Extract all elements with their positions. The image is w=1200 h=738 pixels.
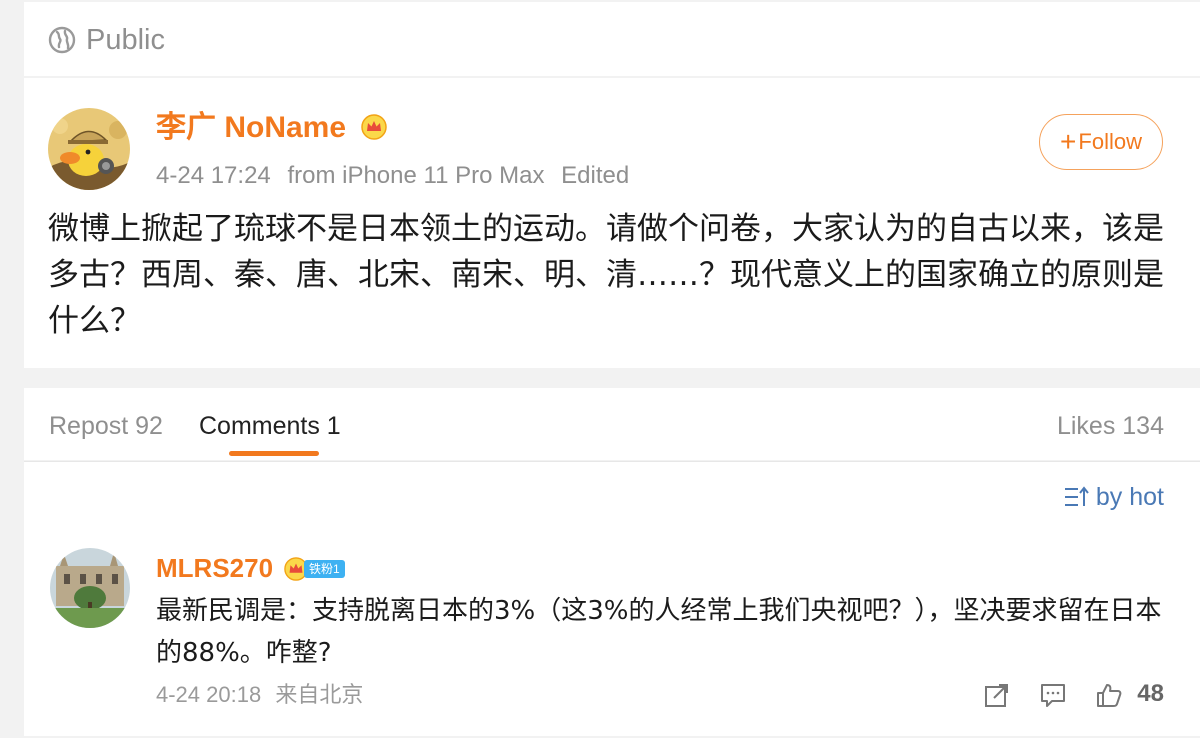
visibility-label: Public: [86, 24, 165, 56]
post-body: 微博上掀起了琉球不是日本领土的运动。请做个问卷，大家认为的自古以来，该是多古？西…: [48, 211, 1164, 339]
plus-icon: +: [1060, 126, 1077, 157]
comment-body: 最新民调是：支持脱离日本的3%（这3%的人经常上我们央视吧？），坚决要求留在日本…: [156, 596, 1162, 668]
sort-icon: [1064, 486, 1089, 506]
globe-icon: [48, 26, 76, 54]
sort-label: by hot: [1095, 483, 1164, 511]
post-time: 4-24 17:24: [156, 162, 271, 189]
like-count: 48: [1137, 680, 1164, 707]
cartoon-duck-avatar-image: [48, 108, 130, 190]
active-tab-indicator: [229, 451, 319, 456]
tab-comments[interactable]: Comments 1: [199, 410, 341, 442]
share-icon[interactable]: [984, 682, 1010, 708]
comment-time: 4-24 20:18: [156, 682, 262, 707]
crown-icon: [361, 114, 387, 140]
tab-likes[interactable]: Likes 134: [1057, 410, 1164, 442]
edited-label[interactable]: Edited: [561, 162, 629, 189]
fan-level-badge: 铁粉1: [304, 560, 345, 578]
commenter-name[interactable]: MLRS270: [156, 552, 273, 584]
comments-list: by hot MLRS270 铁粉1 最新民调是：支持脱离日本的3%（这3%的人…: [24, 462, 1200, 736]
tab-repost[interactable]: Repost 92: [49, 410, 163, 442]
building-photo-avatar-image: [50, 548, 130, 628]
author-name[interactable]: 李广 NoName: [156, 108, 346, 148]
comment-icon[interactable]: [1040, 682, 1066, 708]
post-source: from iPhone 11 Pro Max: [287, 162, 545, 189]
follow-button[interactable]: +Follow: [1039, 114, 1163, 170]
author-avatar[interactable]: [48, 108, 130, 190]
post-meta: 4-24 17:24 from iPhone 11 Pro Max Edited: [156, 160, 639, 192]
comment-meta: 4-24 20:18 来自北京: [156, 680, 371, 710]
follow-label: Follow: [1078, 129, 1142, 154]
post-tabs: Repost 92 Comments 1 Likes 134: [24, 388, 1200, 460]
visibility-header: Public: [24, 2, 1200, 76]
comment-location: 来自北京: [275, 682, 364, 707]
post-card: 李广 NoName 4-24 17:24 from iPhone 11 Pro …: [24, 78, 1200, 368]
commenter-avatar[interactable]: [50, 548, 130, 628]
thumbs-up-icon[interactable]: [1096, 682, 1122, 708]
sort-by-hot-button[interactable]: by hot: [1064, 480, 1164, 514]
